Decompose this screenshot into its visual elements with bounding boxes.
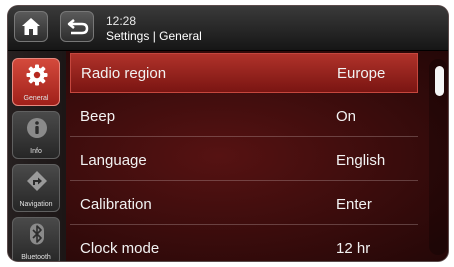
setting-row-calibration[interactable]: Calibration Enter xyxy=(70,185,418,225)
bluetooth-icon xyxy=(30,223,44,245)
setting-label: Calibration xyxy=(80,196,152,213)
gear-icon xyxy=(26,64,48,86)
setting-row-beep[interactable]: Beep On xyxy=(70,97,418,137)
sidebar-item-general[interactable]: General xyxy=(12,58,60,106)
setting-label: Clock mode xyxy=(80,240,160,257)
back-arrow-icon xyxy=(67,19,89,35)
setting-label: Language xyxy=(80,152,147,169)
setting-row-radio-region[interactable]: Radio region Europe xyxy=(70,53,418,93)
settings-list: Radio region Europe Beep On Language Eng… xyxy=(66,51,448,261)
home-button[interactable] xyxy=(14,11,48,42)
scrollbar-thumb[interactable] xyxy=(435,66,444,96)
setting-value: English xyxy=(336,152,386,169)
sidebar-item-info[interactable]: Info xyxy=(12,111,60,159)
setting-value: Enter xyxy=(336,196,372,213)
info-icon xyxy=(27,118,47,138)
back-button[interactable] xyxy=(60,11,94,42)
navigation-icon xyxy=(27,171,47,191)
sidebar-item-label: Info xyxy=(30,148,42,155)
sidebar-item-label: Bluetooth xyxy=(21,254,51,261)
setting-label: Beep xyxy=(80,108,116,125)
sidebar-item-navigation[interactable]: Navigation xyxy=(12,164,60,212)
screen: 12:28 Settings | General General Info Na… xyxy=(8,6,448,261)
breadcrumb: Settings | General xyxy=(106,29,202,43)
home-icon xyxy=(22,18,40,35)
setting-row-clock-mode[interactable]: Clock mode 12 hr xyxy=(70,229,418,261)
sidebar-item-label: Navigation xyxy=(19,201,53,208)
setting-value: Europe xyxy=(337,65,386,82)
sidebar-item-bluetooth[interactable]: Bluetooth xyxy=(12,217,60,261)
sidebar-item-label: General xyxy=(23,95,49,102)
setting-label: Radio region xyxy=(81,65,167,82)
setting-value: 12 hr xyxy=(336,240,371,257)
sidebar: General Info Navigation Bluetooth xyxy=(8,51,66,261)
top-bar: 12:28 Settings | General xyxy=(8,6,448,51)
setting-value: On xyxy=(336,108,357,125)
setting-row-language[interactable]: Language English xyxy=(70,141,418,181)
clock-time: 12:28 xyxy=(106,14,137,28)
